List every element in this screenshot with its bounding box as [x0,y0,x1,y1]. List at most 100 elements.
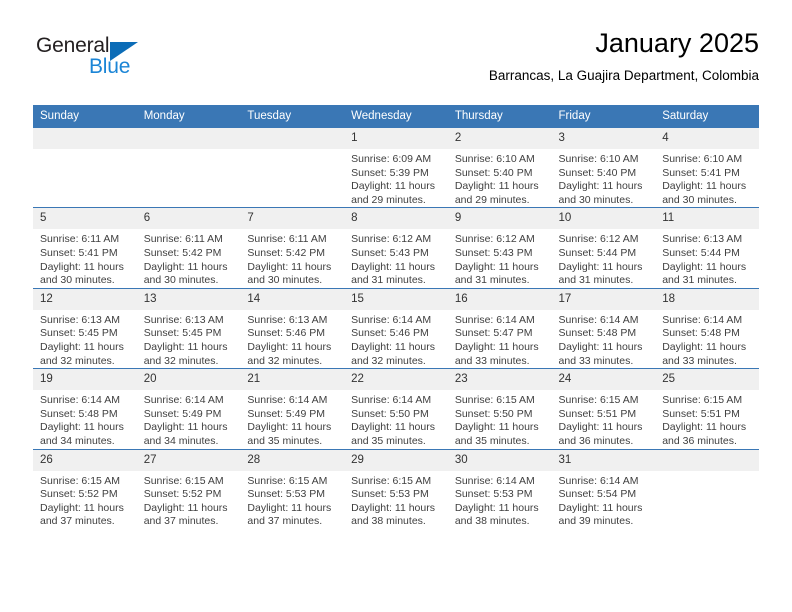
sunset-text: Sunset: 5:50 PM [351,407,429,420]
day-number: 2 [447,128,552,149]
day-number: 20 [136,369,241,391]
calendar-day-cell[interactable]: 7 Sunrise: 6:11 AM Sunset: 5:42 PM Daylight… [240,207,345,289]
day-number: 4 [655,128,759,149]
calendar-day-cell[interactable]: 19 Sunrise: 6:14 AM Sunset: 5:48 PM Dayligh… [33,368,137,449]
day-number: 18 [655,288,759,310]
calendar-day-cell[interactable]: 4 Sunrise: 6:10 AM Sunset: 5:41 PM Daylight… [655,126,759,208]
sunset-text: Sunset: 5:43 PM [351,246,429,259]
calendar-day-cell[interactable]: 6 Sunrise: 6:11 AM Sunset: 5:42 PM Daylight… [136,207,241,289]
sun-info: Sunrise: 6:14 AM Sunset: 5:53 PM Daylight:… [448,471,552,529]
sun-info: Sunrise: 6:15 AM Sunset: 5:52 PM Daylight:… [33,471,137,529]
daylight-text-line2: and 32 minutes. [40,354,115,367]
sunrise-text: Sunrise: 6:13 AM [143,313,224,326]
weekday-header-wednesday: Wednesday [344,105,448,128]
calendar-day-cell[interactable]: 14 Sunrise: 6:13 AM Sunset: 5:46 PM Dayligh… [240,287,345,369]
calendar-day-cell[interactable]: 12 Sunrise: 6:13 AM Sunset: 5:45 PM Dayligh… [33,287,137,369]
day-number: 31 [551,449,656,471]
daylight-text-line1: Daylight: 11 hours [558,421,643,434]
day-number [655,449,759,471]
day-number: 27 [136,449,241,471]
calendar-day-cell[interactable]: 23 Sunrise: 6:15 AM Sunset: 5:50 PM Dayligh… [447,368,552,449]
calendar-day-cell[interactable]: 24 Sunrise: 6:15 AM Sunset: 5:51 PM Dayligh… [551,368,656,449]
calendar-day-cell[interactable]: 18 Sunrise: 6:14 AM Sunset: 5:48 PM Dayligh… [655,287,759,369]
sun-info: Sunrise: 6:13 AM Sunset: 5:45 PM Daylight:… [137,310,241,368]
daylight-text-line2: and 38 minutes. [351,515,426,528]
calendar-day-cell[interactable]: 3 Sunrise: 6:10 AM Sunset: 5:40 PM Daylight… [551,126,656,208]
daylight-text-line1: Daylight: 11 hours [662,421,747,434]
sunset-text: Sunset: 5:51 PM [558,407,637,420]
calendar-day-cell[interactable]: 22 Sunrise: 6:14 AM Sunset: 5:50 PM Dayligh… [344,368,448,449]
sun-info: Sunrise: 6:15 AM Sunset: 5:53 PM Daylight:… [240,471,344,529]
daylight-text-line2: and 31 minutes. [351,274,426,287]
sunrise-text: Sunrise: 6:15 AM [351,474,432,487]
sun-info: Sunrise: 6:14 AM Sunset: 5:49 PM Daylight:… [137,390,241,448]
daylight-text-line1: Daylight: 11 hours [454,180,539,193]
calendar-day-cell[interactable]: 9 Sunrise: 6:12 AM Sunset: 5:43 PM Daylight… [447,207,552,289]
sun-info: Sunrise: 6:13 AM Sunset: 5:44 PM Daylight:… [655,229,759,287]
daylight-text-line2: and 32 minutes. [351,354,426,367]
daylight-text-line2: and 30 minutes. [558,193,634,206]
calendar-day-cell[interactable]: 10 Sunrise: 6:12 AM Sunset: 5:44 PM Dayligh… [551,207,656,289]
day-number: 29 [344,449,448,471]
calendar-day-cell[interactable]: 1 Sunrise: 6:09 AM Sunset: 5:39 PM Daylight… [344,126,448,208]
calendar-week-row: 26 Sunrise: 6:15 AM Sunset: 5:52 PM Dayligh… [33,448,759,529]
daylight-text-line2: and 30 minutes. [247,274,323,287]
logo-blue-text: Blue [89,55,131,78]
calendar-day-cell[interactable]: 31 Sunrise: 6:14 AM Sunset: 5:54 PM Dayligh… [551,448,656,529]
sunrise-text: Sunrise: 6:14 AM [351,394,432,407]
general-blue-logo[interactable]: General Blue [33,34,233,86]
calendar-day-cell[interactable]: 28 Sunrise: 6:15 AM Sunset: 5:53 PM Dayligh… [240,448,345,529]
sunrise-text: Sunrise: 6:14 AM [558,474,639,487]
calendar-day-cell[interactable]: 2 Sunrise: 6:10 AM Sunset: 5:40 PM Daylight… [447,126,552,208]
daylight-text-line1: Daylight: 11 hours [558,180,643,193]
calendar-day-cell[interactable]: 16 Sunrise: 6:14 AM Sunset: 5:47 PM Dayligh… [447,287,552,369]
day-number [136,128,241,149]
day-number: 22 [344,369,448,391]
calendar-day-cell[interactable]: 26 Sunrise: 6:15 AM Sunset: 5:52 PM Dayligh… [33,448,137,529]
sunrise-text: Sunrise: 6:12 AM [351,233,432,246]
daylight-text-line1: Daylight: 11 hours [247,421,332,434]
sunset-text: Sunset: 5:40 PM [454,166,533,179]
daylight-text-line2: and 30 minutes. [40,274,115,287]
calendar-day-cell[interactable]: 13 Sunrise: 6:13 AM Sunset: 5:45 PM Dayligh… [136,287,241,369]
daylight-text-line1: Daylight: 11 hours [454,421,539,434]
sunrise-text: Sunrise: 6:14 AM [454,474,535,487]
daylight-text-line1: Daylight: 11 hours [351,421,435,434]
sun-info: Sunrise: 6:13 AM Sunset: 5:45 PM Daylight:… [33,310,137,368]
sun-info: Sunrise: 6:14 AM Sunset: 5:46 PM Daylight:… [344,310,448,368]
daylight-text-line2: and 34 minutes. [40,434,115,447]
calendar-day-cell[interactable]: 29 Sunrise: 6:15 AM Sunset: 5:53 PM Dayligh… [344,448,448,529]
day-number: 19 [33,369,137,391]
day-number: 21 [240,369,345,391]
sun-info: Sunrise: 6:15 AM Sunset: 5:51 PM Daylight:… [552,390,656,448]
calendar-day-cell[interactable]: 21 Sunrise: 6:14 AM Sunset: 5:49 PM Dayligh… [240,368,345,449]
daylight-text-line2: and 33 minutes. [558,354,634,367]
sunset-text: Sunset: 5:51 PM [662,407,740,420]
day-number: 1 [344,128,448,149]
sun-info: Sunrise: 6:14 AM Sunset: 5:48 PM Daylight:… [33,390,137,448]
daylight-text-line2: and 36 minutes. [558,434,634,447]
sun-info: Sunrise: 6:12 AM Sunset: 5:43 PM Daylight:… [344,229,448,287]
calendar-day-cell-empty [655,448,759,529]
calendar-day-cell[interactable]: 20 Sunrise: 6:14 AM Sunset: 5:49 PM Dayligh… [136,368,241,449]
calendar-day-cell[interactable]: 8 Sunrise: 6:12 AM Sunset: 5:43 PM Daylight… [344,207,448,289]
calendar-day-cell[interactable]: 30 Sunrise: 6:14 AM Sunset: 5:53 PM Dayligh… [447,448,552,529]
daylight-text-line1: Daylight: 11 hours [662,180,747,193]
sunset-text: Sunset: 5:45 PM [40,327,118,340]
calendar-page: General Blue January 2025 Barrancas, La … [0,0,792,612]
calendar-day-cell[interactable]: 17 Sunrise: 6:14 AM Sunset: 5:48 PM Dayligh… [551,287,656,369]
daylight-text-line2: and 37 minutes. [143,515,219,528]
sunset-text: Sunset: 5:46 PM [247,327,326,340]
sunrise-text: Sunrise: 6:14 AM [40,394,120,407]
sunset-text: Sunset: 5:48 PM [40,407,118,420]
day-number: 13 [136,288,241,310]
daylight-text-line2: and 37 minutes. [247,515,323,528]
day-number: 17 [551,288,656,310]
calendar-day-cell[interactable]: 27 Sunrise: 6:15 AM Sunset: 5:52 PM Dayligh… [136,448,241,529]
calendar-day-cell[interactable]: 5 Sunrise: 6:11 AM Sunset: 5:41 PM Daylight… [33,207,137,289]
calendar-day-cell[interactable]: 11 Sunrise: 6:13 AM Sunset: 5:44 PM Dayligh… [655,207,759,289]
calendar-day-cell[interactable]: 25 Sunrise: 6:15 AM Sunset: 5:51 PM Dayligh… [655,368,759,449]
calendar-day-cell[interactable]: 15 Sunrise: 6:14 AM Sunset: 5:46 PM Dayligh… [344,287,448,369]
day-number: 24 [551,369,656,391]
daylight-text-line1: Daylight: 11 hours [454,260,539,273]
